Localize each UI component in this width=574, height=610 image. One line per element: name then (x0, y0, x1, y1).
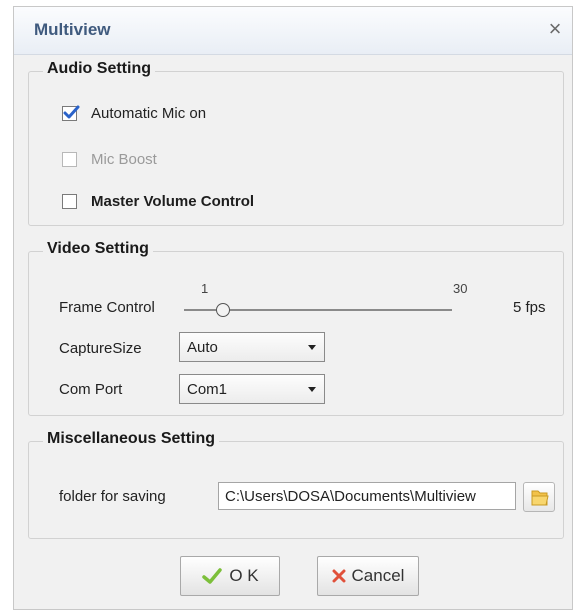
automatic-mic-on-label: Automatic Mic on (91, 104, 207, 122)
ok-button[interactable]: O K (180, 556, 280, 596)
video-setting-group: Video Setting 1 30 Frame Control 5 fps C… (28, 240, 564, 416)
slider-thumb[interactable] (215, 303, 230, 317)
com-port-value: Com1 (187, 381, 228, 398)
checkbox-box (62, 151, 77, 167)
frame-max-label: 30 (453, 281, 468, 296)
checkmark-icon (63, 105, 80, 118)
multiview-dialog: Multiview × Audio Setting Automatic Mic … (13, 6, 573, 610)
frame-control-label: Frame Control (59, 299, 155, 316)
ok-check-icon (201, 567, 223, 585)
capture-size-label: CaptureSize (59, 340, 142, 357)
cancel-x-icon (332, 569, 346, 583)
checkbox-box[interactable] (62, 105, 80, 121)
audio-setting-group: Audio Setting Automatic Mic on Mic Boost… (28, 60, 564, 226)
folder-icon (531, 490, 549, 506)
miscellaneous-setting-group: Miscellaneous Setting folder for saving (28, 430, 564, 539)
com-port-select[interactable]: Com1 (179, 374, 325, 404)
browse-folder-button[interactable] (523, 482, 555, 512)
chevron-down-icon (308, 387, 316, 392)
title-bar: Multiview × (14, 7, 572, 55)
miscellaneous-setting-title: Miscellaneous Setting (43, 430, 220, 448)
folder-for-saving-label: folder for saving (59, 488, 166, 505)
capture-size-value: Auto (187, 339, 218, 356)
frame-rate-value: 5 fps (513, 299, 546, 316)
folder-path-input[interactable] (218, 482, 516, 510)
capture-size-select[interactable]: Auto (179, 332, 325, 362)
cancel-button-label: Cancel (351, 566, 405, 585)
master-volume-control-label: Master Volume Control (91, 192, 255, 210)
video-setting-title: Video Setting (43, 240, 153, 258)
frame-control-slider[interactable] (184, 303, 452, 317)
com-port-label: Com Port (59, 381, 123, 398)
master-volume-control-checkbox[interactable]: Master Volume Control (62, 191, 254, 211)
mic-boost-checkbox: Mic Boost (62, 149, 157, 169)
chevron-down-icon (308, 345, 316, 350)
mic-boost-label: Mic Boost (91, 150, 157, 168)
checkbox-box[interactable] (62, 193, 77, 209)
audio-setting-title: Audio Setting (43, 60, 155, 78)
close-icon[interactable]: × (542, 16, 568, 42)
cancel-button[interactable]: Cancel (317, 556, 419, 596)
automatic-mic-on-checkbox[interactable]: Automatic Mic on (62, 103, 206, 123)
ok-button-label: O K (229, 566, 259, 585)
dialog-title: Multiview (34, 20, 111, 39)
frame-min-label: 1 (201, 281, 209, 296)
